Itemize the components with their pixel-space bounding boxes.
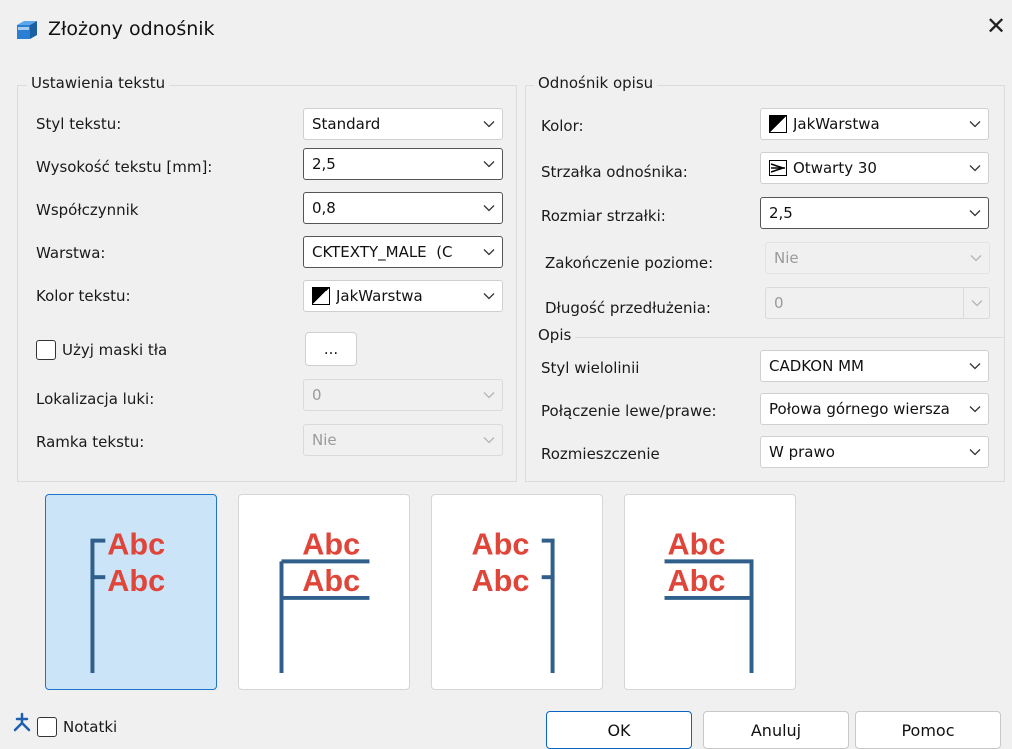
tile-1-text-bottom: Abc [107,564,165,598]
extension-length-combo[interactable]: 0 [765,287,990,319]
close-icon[interactable]: ✕ [984,14,1008,40]
extension-length-label: Długość przedłużenia: [545,299,711,317]
chevron-down-icon [476,425,502,455]
chevron-down-icon [962,394,988,424]
gap-location-label: Lokalizacja luki: [36,390,155,408]
chevron-down-icon [476,109,502,139]
text-frame-select[interactable]: Nie [303,424,503,456]
layer-label: Warstwa: [36,244,106,262]
bg-mask-label: Użyj maski tła [62,341,168,359]
leader-arrow-value: Otwarty 30 [793,159,877,177]
layout-tile-right-underline[interactable]: Abc Abc [624,494,796,690]
bg-mask-button[interactable]: ... [305,332,357,366]
tile-4-text-bottom: Abc [668,564,726,598]
layout-tile-left-branches[interactable]: Abc Abc [45,494,217,690]
chevron-down-icon [476,193,502,223]
layout-tile-left-underline[interactable]: Abc Abc [238,494,410,690]
placement-value: W prawo [769,443,835,461]
description-group-title: Opis [534,326,576,344]
chevron-down-icon [476,149,502,179]
factor-value: 0,8 [312,199,336,217]
tile-3-leader-lines [541,538,555,674]
leader-color-label: Kolor: [541,117,584,135]
chevron-down-icon [962,153,988,183]
layer-select[interactable]: CKTEXTY_MALE (C [303,236,503,268]
text-color-value: JakWarstwa [336,287,423,305]
color-swatch-icon [312,287,330,305]
leader-settings-group-title: Odnośnik opisu [534,74,658,92]
chevron-down-icon [962,198,988,228]
cancel-button[interactable]: Anuluj [703,711,849,749]
connection-label: Połączenie lewe/prawe: [541,402,717,420]
text-color-label: Kolor tekstu: [36,287,131,305]
tile-3-text-top: Abc [472,527,530,561]
arrow-style-icon [769,160,787,176]
gap-location-value: 0 [312,386,322,404]
chevron-down-icon [963,243,989,273]
chevron-down-icon [476,380,502,410]
arrow-size-label: Rozmiar strzałki: [541,207,666,225]
text-height-value: 2,5 [312,155,336,173]
text-settings-group-title: Ustawienia tekstu [27,74,170,92]
app-icon [17,21,37,39]
tile-1-leader-lines [90,538,106,674]
tile-1-text-top: Abc [107,527,165,561]
mline-style-select[interactable]: CADKON MM [760,350,989,382]
factor-label: Współczynnik [36,201,139,219]
tile-2-text-bottom: Abc [302,564,360,598]
chevron-down-icon [476,237,502,267]
placement-select[interactable]: W prawo [760,436,989,468]
chevron-down-icon [963,288,989,318]
tile-2-text-top: Abc [302,527,360,561]
text-style-label: Styl tekstu: [36,115,122,133]
cadkon-logo-icon [13,712,31,732]
chevron-down-icon [962,437,988,467]
text-frame-value: Nie [312,431,337,449]
text-height-label: Wysokość tekstu [mm]: [36,158,213,176]
leader-color-value: JakWarstwa [793,115,880,133]
gap-location-combo[interactable]: 0 [303,379,503,411]
horizontal-end-value: Nie [774,249,799,267]
color-swatch-icon [769,115,787,133]
text-style-value: Standard [312,115,381,133]
ok-button[interactable]: OK [546,711,692,749]
arrow-size-value: 2,5 [769,204,793,222]
horizontal-end-label: Zakończenie poziome: [545,254,714,272]
window-title: Złożony odnośnik [48,18,215,40]
layout-tile-right-branches[interactable]: Abc Abc [431,494,603,690]
chevron-down-icon [962,109,988,139]
description-divider [570,337,1005,338]
mline-style-value: CADKON MM [769,357,864,375]
leader-arrow-label: Strzałka odnośnika: [541,163,688,181]
connection-value: Połowa górnego wiersza [769,400,950,418]
connection-select[interactable]: Połowa górnego wiersza [760,393,989,425]
notes-label: Notatki [63,718,118,736]
text-style-select[interactable]: Standard [303,108,503,140]
leader-arrow-select[interactable]: Otwarty 30 [760,152,989,184]
chevron-down-icon [476,281,502,311]
bg-mask-checkbox[interactable] [36,340,56,360]
arrow-size-combo[interactable]: 2,5 [760,197,989,229]
help-button[interactable]: Pomoc [855,711,1001,749]
text-height-combo[interactable]: 2,5 [303,148,503,180]
leader-color-select[interactable]: JakWarstwa [760,108,989,140]
tile-3-text-bottom: Abc [472,564,530,598]
text-color-select[interactable]: JakWarstwa [303,280,503,312]
mline-style-label: Styl wielolinii [541,359,640,377]
chevron-down-icon [962,351,988,381]
text-frame-label: Ramka tekstu: [36,433,145,451]
extension-length-value: 0 [774,294,784,312]
placement-label: Rozmieszczenie [541,445,660,463]
tile-4-text-top: Abc [668,527,726,561]
notes-checkbox[interactable] [37,717,57,737]
factor-combo[interactable]: 0,8 [303,192,503,224]
horizontal-end-select[interactable]: Nie [765,242,990,274]
layer-value: CKTEXTY_MALE (C [312,243,453,261]
